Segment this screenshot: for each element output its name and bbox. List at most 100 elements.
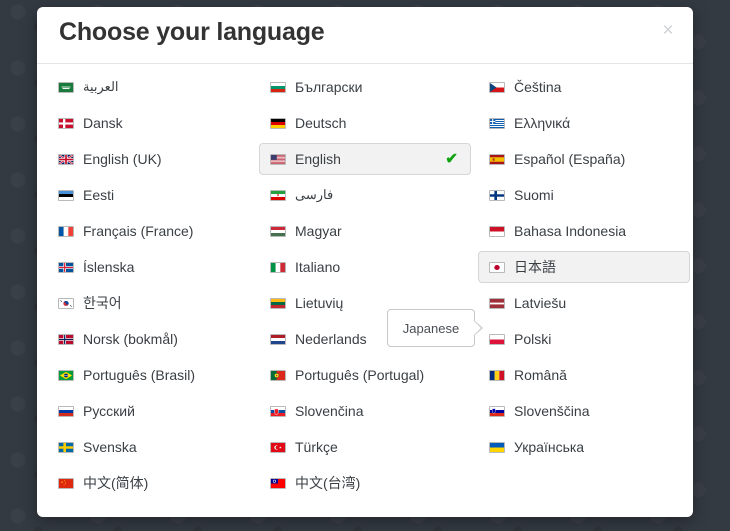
language-option-label: 한국어 [83,295,122,311]
language-option-es[interactable]: Español (España) [478,143,690,175]
language-option-fr[interactable]: Français (France) [47,215,259,247]
language-option-label: Română [514,367,567,383]
svg-text:★: ★ [64,484,65,486]
language-option-hu[interactable]: Magyar [259,215,471,247]
language-option-label: Norsk (bokmål) [83,331,178,347]
close-icon[interactable]: × [657,20,679,42]
language-tooltip: Japanese [387,309,483,347]
language-option-tr[interactable]: ★ Türkçe [259,431,471,463]
language-option-label: Bahasa Indonesia [514,223,627,239]
language-option-label: Eesti [83,187,115,203]
language-option-zh-tw[interactable]: 中文(台湾) [259,467,471,499]
flag-de-icon [270,117,286,129]
flag-ee-icon [58,189,74,201]
language-option-label: Íslenska [83,259,135,275]
language-option-it[interactable]: Italiano [259,251,471,283]
check-icon: ✔ [445,150,458,168]
language-option-sk[interactable]: Slovenčina [259,395,471,427]
flag-sa-icon [58,81,74,93]
language-option-da[interactable]: Dansk [47,107,259,139]
language-option-en-gb[interactable]: English (UK) [47,143,259,175]
svg-text:★: ★ [279,445,282,449]
language-option-label: Čeština [514,79,562,95]
language-option-pt-br[interactable]: Português (Brasil) [47,359,259,391]
language-option-label: Português (Portugal) [295,367,425,383]
flag-fi-icon [489,189,505,201]
language-option-label: Slovenčina [295,403,364,419]
language-column-1: العربية Dansk English (UK) Eesti Français (F… [47,71,259,503]
language-option-label: Svenska [83,439,137,455]
flag-lv-icon [489,297,505,309]
language-option-sv[interactable]: Svenska [47,431,259,463]
language-option-ja[interactable]: 日本語 [478,251,690,283]
language-option-pl[interactable]: Polski [478,323,690,355]
language-option-pt[interactable]: Português (Portugal) [259,359,471,391]
flag-kr-icon [58,297,74,309]
language-option-zh-cn[interactable]: ★ ★ ★ ★ ★ 中文(简体) [47,467,259,499]
language-option-fi[interactable]: Suomi [478,179,690,211]
language-option-label: Latviešu [514,295,567,311]
language-option-fa[interactable]: فارسی [259,179,471,211]
flag-br-icon [58,369,74,381]
language-option-ko[interactable]: 한국어 [47,287,259,319]
flag-gr-icon [489,117,505,129]
language-option-label: Lietuvių [295,295,344,311]
svg-text:★: ★ [65,481,66,483]
language-option-en[interactable]: English ✔ [259,143,471,175]
language-option-label: Magyar [295,223,342,239]
language-option-lv[interactable]: Latviešu [478,287,690,319]
language-option-label: 日本語 [514,259,556,275]
language-option-is[interactable]: Íslenska [47,251,259,283]
flag-dk-icon [58,117,74,129]
flag-bg-icon [270,81,286,93]
language-option-uk[interactable]: Українська [478,431,690,463]
flag-no-icon [58,333,74,345]
modal-header: Choose your language × [37,7,693,64]
language-option-de[interactable]: Deutsch [259,107,471,139]
language-option-label: Español (España) [514,151,626,167]
flag-es-icon [489,153,505,165]
language-option-label: 中文(简体) [83,475,149,491]
language-option-label: Nederlands [295,331,367,347]
language-option-label: Slovenščina [514,403,590,419]
language-option-ro[interactable]: Română [478,359,690,391]
language-option-nb[interactable]: Norsk (bokmål) [47,323,259,355]
language-column-3: Čeština Ελληνικά Español (España) Suomi Baha… [478,71,690,467]
tooltip-arrow-inner [473,320,481,336]
language-option-label: Polski [514,331,552,347]
flag-tw-icon [270,477,286,489]
language-option-label: Français (France) [83,223,194,239]
flag-ro-icon [489,369,505,381]
tooltip-label: Japanese [402,320,460,336]
language-option-label: English [295,151,341,167]
language-option-label: Suomi [514,187,554,203]
language-option-cs[interactable]: Čeština [478,71,690,103]
flag-id-icon [489,225,505,237]
language-option-id[interactable]: Bahasa Indonesia [478,215,690,247]
flag-se-icon [58,441,74,453]
language-option-label: Ελληνικά [514,115,571,131]
language-option-bg[interactable]: Български [259,71,471,103]
language-option-label: 中文(台湾) [295,475,361,491]
language-option-ru[interactable]: Русский [47,395,259,427]
language-option-sl[interactable]: Slovenščina [478,395,690,427]
language-option-el[interactable]: Ελληνικά [478,107,690,139]
flag-nl-icon [270,333,286,345]
language-option-et[interactable]: Eesti [47,179,259,211]
flag-fr-icon [58,225,74,237]
flag-jp-icon [489,261,505,273]
language-option-label: Italiano [295,259,341,275]
flag-pt-icon [270,369,286,381]
language-option-label: فارسی [295,187,334,202]
page-title: Choose your language [59,18,325,46]
language-chooser-modal: Choose your language × العربية Dansk Engli… [37,7,693,517]
language-option-label: Türkçe [295,439,338,455]
flag-si-icon [489,405,505,417]
flag-it-icon [270,261,286,273]
language-option-label: Dansk [83,115,123,131]
flag-pl-icon [489,333,505,345]
flag-us-icon [270,153,286,165]
flag-ua-icon [489,441,505,453]
language-option-label: Português (Brasil) [83,367,196,383]
language-option-ar[interactable]: العربية [47,71,259,103]
